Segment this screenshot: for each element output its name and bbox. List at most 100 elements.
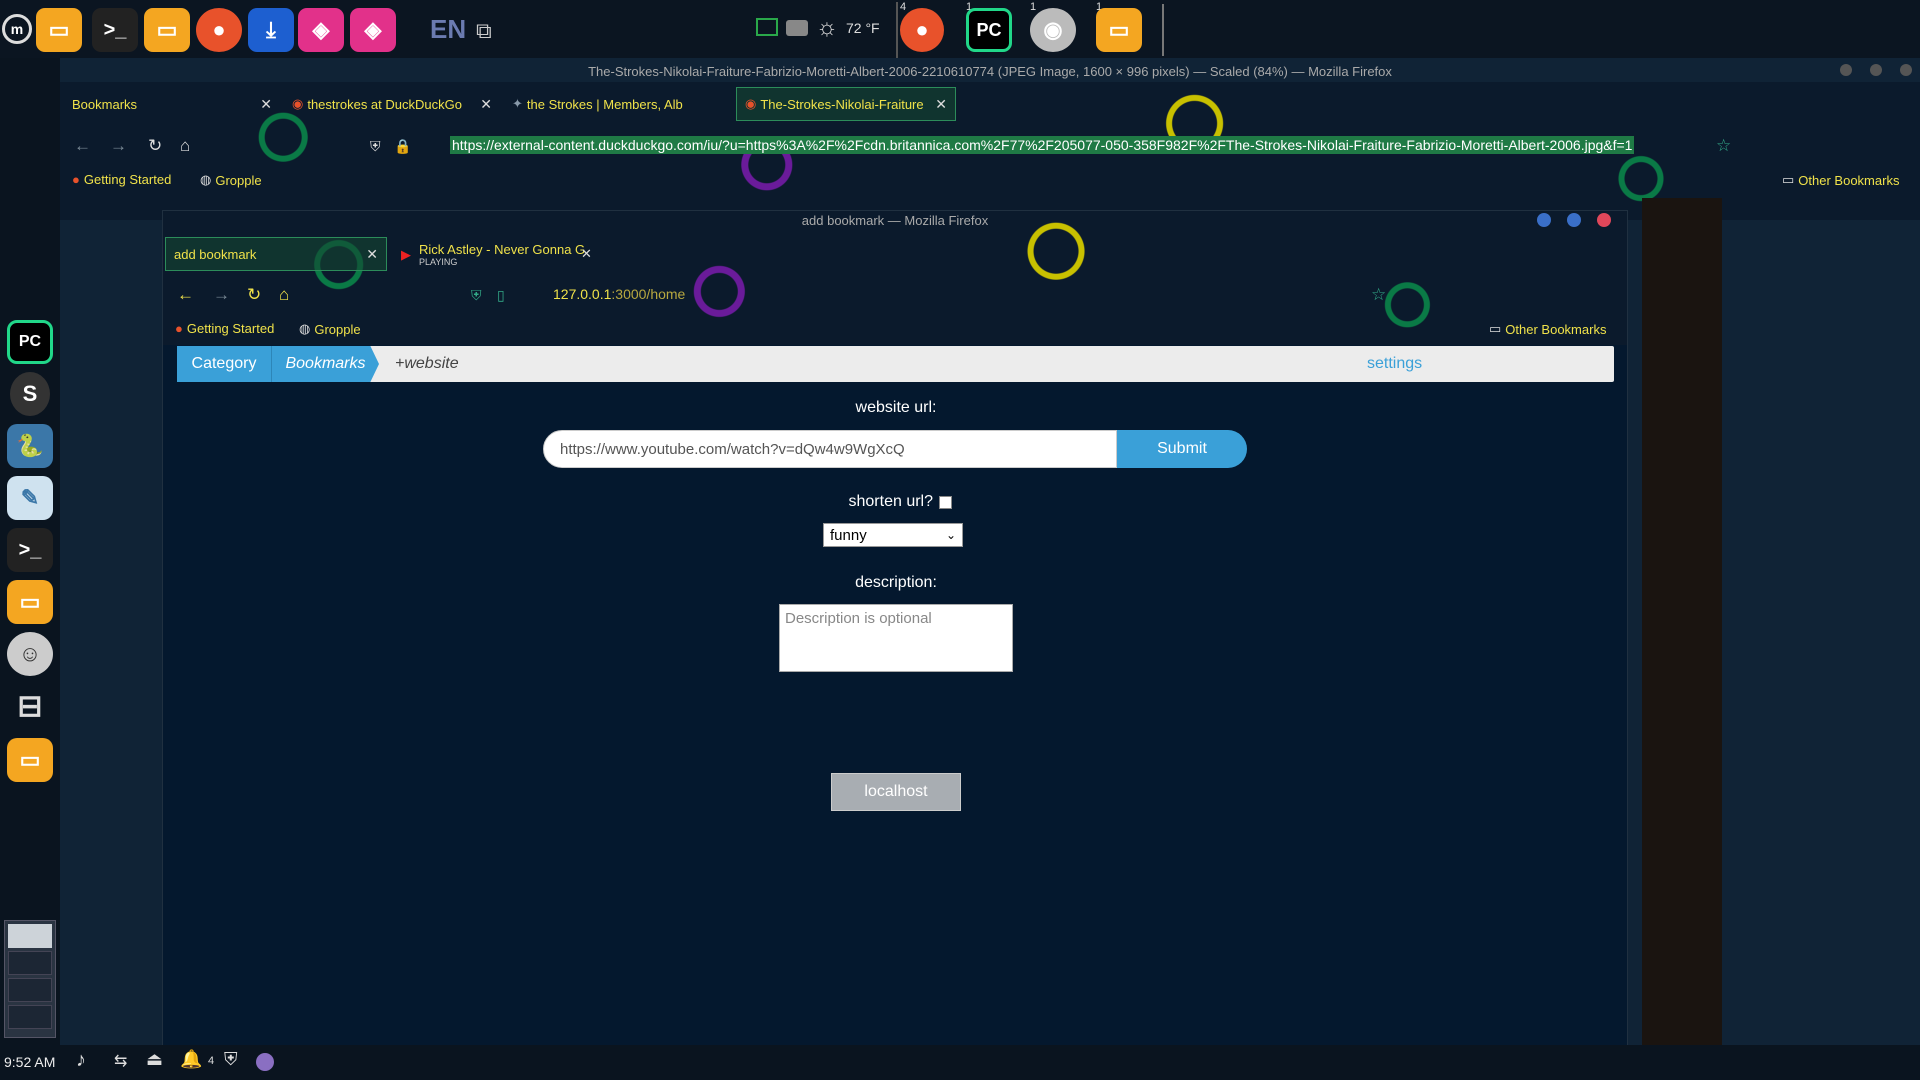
close-tab-icon[interactable]: ✕ (358, 246, 378, 263)
feather-icon[interactable]: ✎ (7, 476, 53, 520)
weather-icon[interactable]: ☼ (816, 14, 838, 42)
terminal-icon[interactable]: >_ (92, 8, 138, 52)
notification-count: 4 (208, 1055, 215, 1067)
forward-button[interactable]: → (213, 285, 230, 305)
python-icon[interactable]: 🐍 (7, 424, 53, 468)
website-url-input[interactable]: https://www.youtube.com/watch?v=dQw4w9Wg… (543, 430, 1117, 468)
home-button[interactable]: ⌂ (180, 136, 190, 156)
s-app-icon[interactable]: S (10, 372, 50, 416)
description-textarea[interactable]: Description is optional (779, 604, 1013, 672)
outer-tab-duckduckgo[interactable]: ◉ thestrokes at DuckDuckGo ✕ (284, 87, 500, 121)
shield-icon[interactable]: ⛨ (471, 287, 482, 304)
book-icon[interactable]: ⊟ (7, 684, 53, 728)
page-icon[interactable]: ▯ (497, 287, 505, 304)
drive-icon[interactable]: ⏏ (146, 1049, 163, 1070)
clock[interactable]: 9:52 AM (4, 1054, 55, 1070)
outer-url-text: https://external-content.duckduckgo.com/… (450, 136, 1635, 154)
close-button[interactable] (1900, 64, 1912, 76)
inner-url-bar[interactable]: 127.0.0.1:3000/home (545, 279, 1045, 309)
submit-button[interactable]: Submit (1117, 430, 1247, 468)
bell-icon[interactable]: 🔔 (180, 1049, 202, 1070)
pycharm-icon[interactable]: PC (7, 320, 53, 364)
keyboard-layout[interactable]: EN (430, 14, 466, 45)
bookmark-gropple[interactable]: ◍ Gropple (200, 172, 262, 188)
firefox-window-count: 4 (900, 1, 907, 13)
maximize-button[interactable] (1567, 213, 1581, 227)
smiley-icon[interactable]: ☺ (7, 632, 53, 676)
workspace-pager[interactable] (4, 920, 56, 1038)
workspace-1[interactable] (8, 924, 52, 948)
close-tab-icon[interactable]: ✕ (581, 246, 592, 262)
bookmark-getting-started[interactable]: ● Getting Started (175, 321, 274, 336)
bookmark-star-icon[interactable]: ☆ (1716, 136, 1731, 156)
workspace-3[interactable] (8, 978, 52, 1002)
tab-label: Rick Astley - Never Gonna G (419, 241, 586, 257)
firefox-task-icon[interactable]: ● (900, 8, 944, 52)
outer-url-bar[interactable]: https://external-content.duckduckgo.com/… (442, 130, 1712, 160)
shop-icon-2[interactable]: ◈ (350, 8, 396, 52)
home-button[interactable]: ⌂ (279, 285, 289, 305)
folder-icon[interactable]: ▭ (144, 8, 190, 52)
download-manager-icon[interactable]: ⤓ (248, 8, 294, 52)
bookmark-gropple[interactable]: ◍ Gropple (299, 321, 361, 337)
network-icon[interactable]: ⇆ (114, 1051, 127, 1071)
inner-firefox-window: add bookmark — Mozilla Firefox add bookm… (162, 210, 1628, 1080)
terminal-icon[interactable]: >_ (7, 528, 53, 572)
minimize-button[interactable] (1537, 213, 1551, 227)
inner-tab-add-bookmark[interactable]: add bookmark ✕ (165, 237, 387, 271)
back-button[interactable]: ← (74, 136, 91, 156)
shield-update-icon[interactable]: ⛨ (224, 1049, 238, 1070)
workspace-2[interactable] (8, 951, 52, 975)
music-icon[interactable]: ♪ (76, 1049, 86, 1072)
bookmark-getting-started[interactable]: ● Getting Started (72, 172, 171, 187)
camera-icon[interactable] (786, 20, 808, 36)
eye-app-icon[interactable]: ◉ (1030, 8, 1076, 52)
maximize-button[interactable] (1870, 64, 1882, 76)
close-tab-icon[interactable]: ✕ (472, 96, 492, 113)
close-tab-icon[interactable]: ✕ (252, 96, 272, 113)
tab-label: the Strokes | Members, Alb (526, 96, 683, 112)
duckduckgo-icon: ◉ (292, 96, 304, 111)
files-task-icon[interactable]: ▭ (1096, 8, 1142, 52)
desktop-bottom-panel: 9:52 AM ♪ ⇆ ⏏ 🔔 4 ⛨ (0, 1045, 1920, 1080)
pycharm-task-icon[interactable]: PC (966, 8, 1012, 52)
inner-tab-rick-astley[interactable]: ▶ Rick Astley - Never Gonna G PLAYING ✕ (395, 237, 595, 271)
close-button[interactable] (1597, 213, 1611, 227)
reload-button[interactable]: ↻ (247, 285, 261, 305)
lock-icon[interactable]: 🔒 (394, 138, 411, 155)
close-tab-icon[interactable]: ✕ (927, 96, 947, 113)
shop-icon[interactable]: ◈ (298, 8, 344, 52)
settings-link[interactable]: settings (1367, 346, 1422, 382)
add-website-link[interactable]: +website (395, 346, 459, 382)
workspace-switcher-icon[interactable]: ⧉ (476, 18, 492, 44)
back-button[interactable]: ← (177, 285, 194, 305)
shield-icon[interactable]: ⛨ (370, 138, 381, 155)
bookmark-label: Getting Started (83, 172, 172, 187)
user-avatar-icon[interactable] (256, 1053, 274, 1071)
shorten-url-checkbox[interactable] (939, 496, 952, 509)
localhost-button[interactable]: localhost (831, 773, 961, 811)
bookmark-star-icon[interactable]: ☆ (1371, 285, 1386, 305)
workspace-4[interactable] (8, 1005, 52, 1029)
breadcrumb-category[interactable]: Category (177, 346, 271, 382)
forward-button[interactable]: → (110, 136, 127, 156)
files-icon[interactable]: ▭ (36, 8, 82, 52)
globe-icon: ◍ (299, 321, 311, 336)
outer-tab-strokes[interactable]: ✦ the Strokes | Members, Alb (504, 87, 720, 121)
left-dock: PC S 🐍 ✎ >_ ▭ ☺ ⊟ ▭ (0, 58, 60, 1080)
bookmark-other[interactable]: ▭ Other Bookmarks (1782, 172, 1899, 188)
reload-button[interactable]: ↻ (148, 136, 162, 156)
bookmark-other[interactable]: ▭ Other Bookmarks (1489, 321, 1606, 337)
category-select[interactable]: funny ⌄ (823, 523, 963, 547)
shorten-url-label: shorten url? (848, 493, 934, 510)
outer-tab-bookmarks[interactable]: Bookmarks ✕ (64, 87, 280, 121)
bookmark-label: Getting Started (186, 321, 275, 336)
outer-tab-image[interactable]: ◉ The-Strokes-Nikolai-Fraiture ✕ (736, 87, 956, 121)
firefox-icon[interactable]: ● (196, 8, 242, 52)
folder-icon-2[interactable]: ▭ (7, 738, 53, 782)
mint-menu-icon[interactable]: m (2, 14, 32, 44)
minimize-button[interactable] (1840, 64, 1852, 76)
folder-icon[interactable]: ▭ (7, 580, 53, 624)
monitor-icon[interactable] (756, 18, 778, 36)
breadcrumb-bookmarks[interactable]: Bookmarks (271, 346, 379, 382)
